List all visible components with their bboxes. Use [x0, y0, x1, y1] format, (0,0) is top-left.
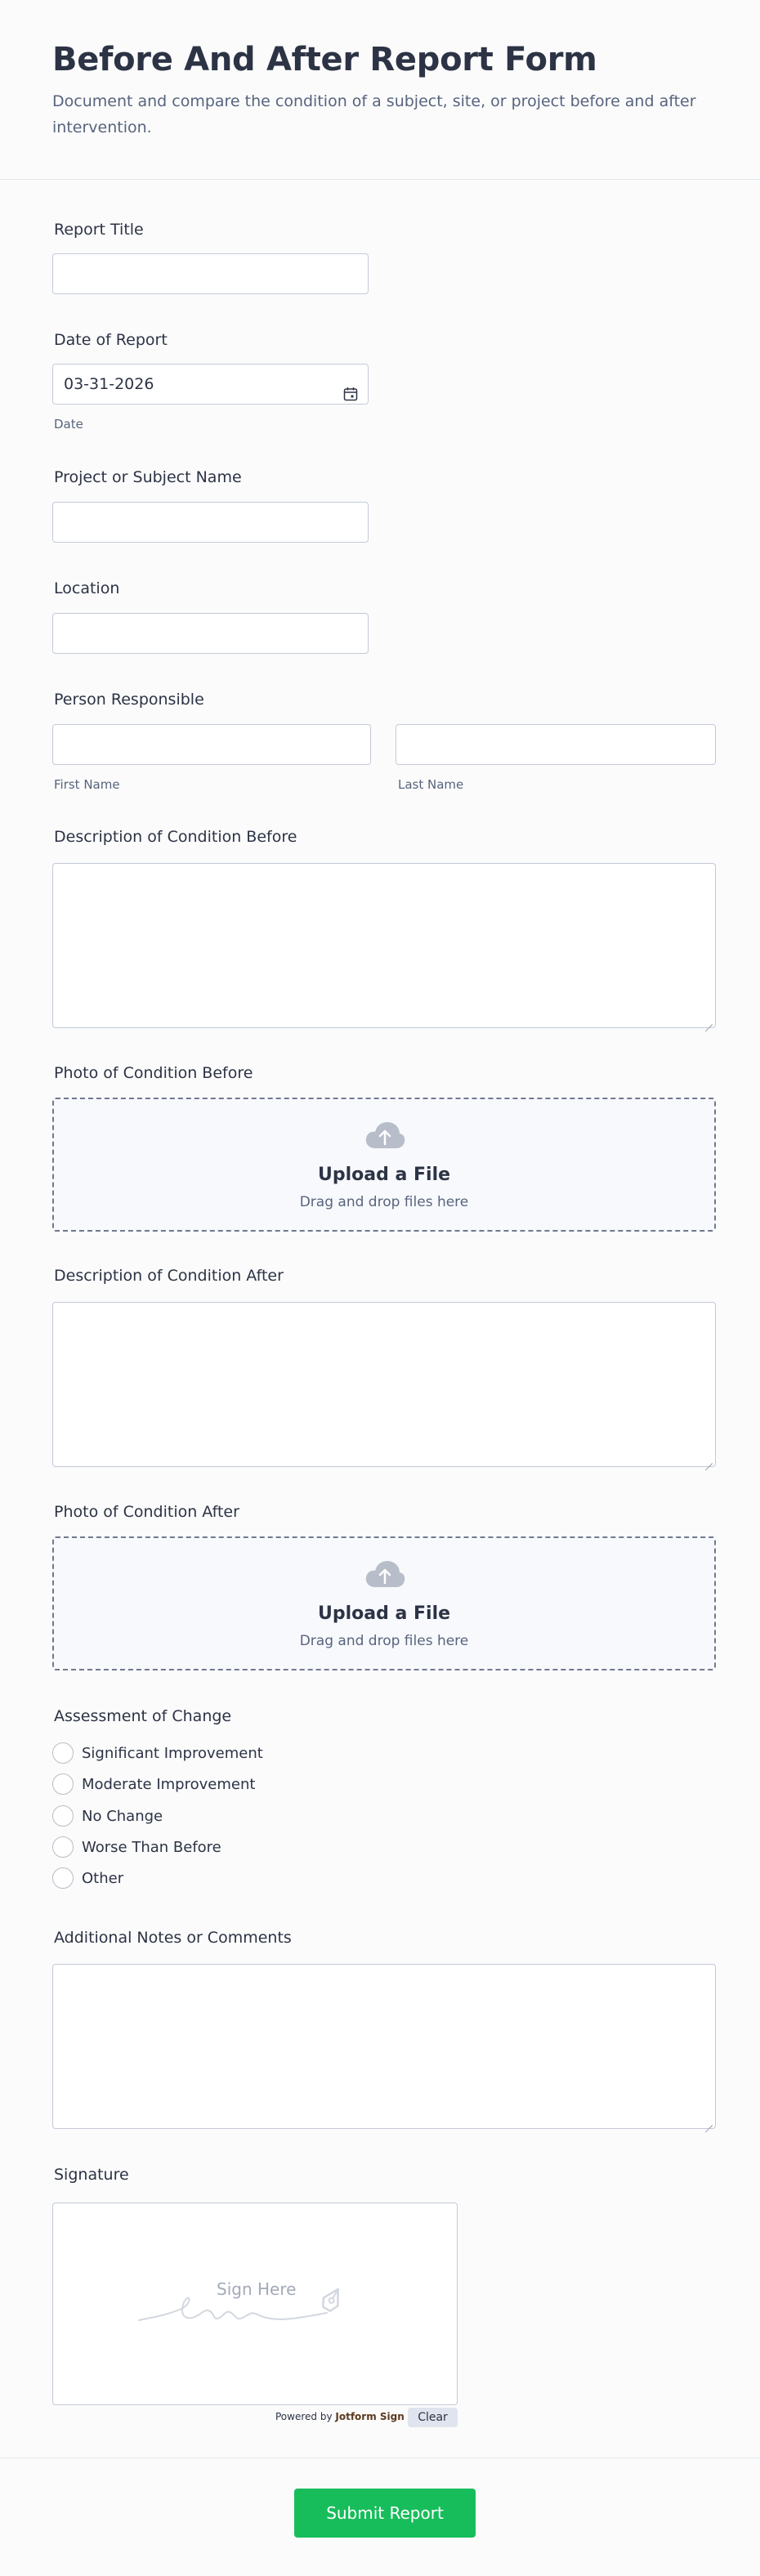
radio-option[interactable]: Significant Improvement	[52, 1741, 263, 1765]
signature-label: Signature	[54, 2166, 129, 2184]
radio-button[interactable]	[52, 1836, 74, 1858]
radio-label: Other	[82, 1869, 124, 1887]
date-input[interactable]: 03-31-2026	[52, 364, 369, 405]
date-label: Date of Report	[54, 331, 168, 349]
photo-after-label: Photo of Condition After	[54, 1503, 239, 1521]
last-name-sublabel: Last Name	[398, 777, 464, 792]
powered-by-text: Powered by	[275, 2411, 333, 2422]
clear-signature-button[interactable]: Clear	[408, 2408, 458, 2427]
person-responsible-label: Person Responsible	[54, 691, 204, 709]
submit-button[interactable]: Submit Report	[294, 2489, 476, 2538]
calendar-icon[interactable]	[343, 377, 358, 401]
upload-title: Upload a File	[317, 1165, 451, 1185]
first-name-input[interactable]	[52, 724, 371, 765]
signature-pad[interactable]: Sign Here	[52, 2203, 458, 2405]
description-before-label: Description of Condition Before	[54, 828, 297, 846]
resize-grip-icon[interactable]	[705, 2118, 713, 2126]
project-name-label: Project or Subject Name	[54, 468, 242, 486]
resize-grip-icon[interactable]	[705, 1017, 713, 1025]
radio-button[interactable]	[52, 1867, 74, 1889]
photo-before-upload[interactable]: Upload a File Drag and drop files here	[52, 1098, 716, 1232]
form-title: Before And After Report Form	[52, 41, 597, 78]
powered-by: Powered by Jotform Sign	[275, 2411, 405, 2422]
upload-subtitle: Drag and drop files here	[299, 1633, 469, 1649]
radio-button[interactable]	[52, 1805, 74, 1827]
radio-option[interactable]: No Change	[52, 1804, 163, 1828]
form-header: Before And After Report Form Document an…	[0, 0, 760, 180]
notes-textarea[interactable]	[52, 1964, 716, 2129]
first-name-sublabel: First Name	[54, 777, 120, 792]
assessment-label: Assessment of Change	[54, 1707, 232, 1725]
radio-label: No Change	[82, 1807, 163, 1825]
photo-after-upload[interactable]: Upload a File Drag and drop files here	[52, 1536, 716, 1670]
form-description: Document and compare the condition of a …	[52, 92, 696, 136]
description-after-textarea[interactable]	[52, 1302, 716, 1467]
cloud-upload-icon	[364, 1559, 405, 1589]
location-label: Location	[54, 579, 120, 597]
resize-grip-icon[interactable]	[705, 1456, 713, 1464]
upload-subtitle: Drag and drop files here	[299, 1194, 469, 1210]
last-name-input[interactable]	[396, 724, 716, 765]
description-before-textarea[interactable]	[52, 863, 716, 1028]
upload-title: Upload a File	[317, 1603, 451, 1624]
report-title-input[interactable]	[52, 253, 369, 294]
radio-option[interactable]: Moderate Improvement	[52, 1772, 255, 1796]
date-value: 03-31-2026	[64, 375, 154, 393]
radio-label: Worse Than Before	[82, 1838, 221, 1856]
radio-label: Significant Improvement	[82, 1744, 263, 1762]
photo-before-label: Photo of Condition Before	[54, 1064, 253, 1082]
radio-option[interactable]: Worse Than Before	[52, 1835, 221, 1859]
description-after-label: Description of Condition After	[54, 1267, 284, 1285]
project-name-input[interactable]	[52, 502, 369, 543]
footer-divider	[0, 2457, 760, 2458]
notes-label: Additional Notes or Comments	[54, 1929, 292, 1947]
radio-button[interactable]	[52, 1742, 74, 1764]
radio-option[interactable]: Other	[52, 1866, 123, 1890]
signature-placeholder: Sign Here	[217, 2279, 297, 2299]
location-input[interactable]	[52, 613, 369, 654]
radio-label: Moderate Improvement	[82, 1775, 256, 1793]
date-sublabel: Date	[54, 417, 83, 432]
radio-button[interactable]	[52, 1773, 74, 1795]
report-title-label: Report Title	[54, 221, 144, 239]
jotform-sign-brand: Jotform Sign	[335, 2411, 405, 2422]
cloud-upload-icon	[364, 1120, 405, 1150]
